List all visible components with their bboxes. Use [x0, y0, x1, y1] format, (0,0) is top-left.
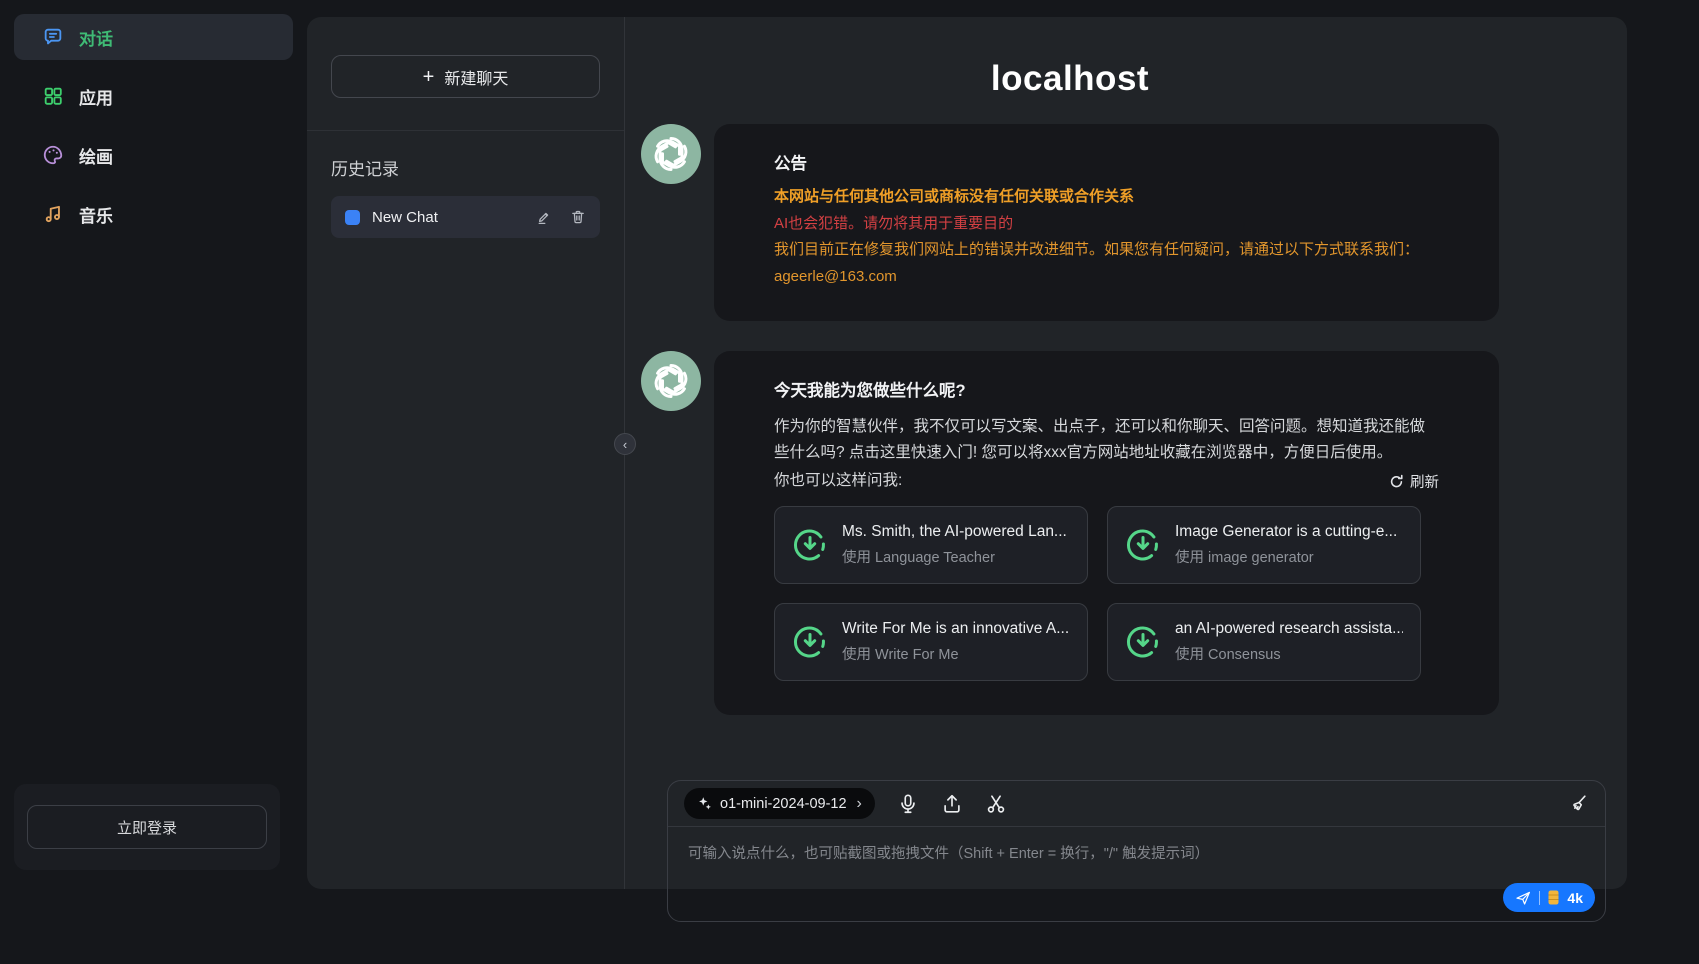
- refresh-label: 刷新: [1410, 471, 1439, 492]
- plus-icon: +: [423, 67, 435, 87]
- welcome-body: 作为你的智慧伙伴，我不仅可以写文案、出点子，还可以和你聊天、回答问题。想知道我还…: [774, 414, 1439, 466]
- assistant-avatar: [641, 124, 701, 184]
- suggestion-subtitle: 使用 Language Teacher: [842, 546, 1067, 567]
- chat-item-title: New Chat: [372, 209, 524, 226]
- suggestion-title: Write For Me is an innovative A...: [842, 620, 1069, 638]
- suggestion-text: Ms. Smith, the AI-powered Lan... 使用 Lang…: [842, 523, 1067, 567]
- ask-hint: 你也可以这样问我:: [774, 468, 902, 494]
- announcement-line: AI也会犯错。请勿将其用于重要目的: [774, 214, 1439, 235]
- paper-plane-icon: [1515, 890, 1531, 906]
- login-card: 立即登录: [14, 784, 280, 870]
- chat-content: localhost: [641, 59, 1499, 715]
- model-name: o1-mini-2024-09-12: [720, 796, 847, 812]
- token-count-badge: 4k: [1567, 890, 1583, 906]
- edit-icon[interactable]: [536, 209, 552, 225]
- suggestion-card[interactable]: Image Generator is a cutting-e... 使用 ima…: [1107, 506, 1421, 584]
- announcement-line: 我们目前正在修复我们网站上的错误并改进细节。如果您有任何疑问，请通过以下方式联系…: [774, 240, 1439, 261]
- announcement-line: 本网站与任何其他公司或商标没有任何关联或合作关系: [774, 187, 1439, 208]
- openai-logo-icon: [651, 134, 691, 174]
- suggestion-subtitle: 使用 Write For Me: [842, 643, 1069, 664]
- assistant-message-announcement: 公告 本网站与任何其他公司或商标没有任何关联或合作关系 AI也会犯错。请勿将其用…: [641, 124, 1499, 321]
- suggestion-text: Image Generator is a cutting-e... 使用 ima…: [1175, 523, 1397, 567]
- suggestion-title: Ms. Smith, the AI-powered Lan...: [842, 523, 1067, 541]
- suggestion-title: an AI-powered research assista...: [1175, 620, 1403, 638]
- download-circle-icon: [792, 527, 828, 563]
- music-note-icon: [42, 203, 64, 225]
- workspace-panel: + 新建聊天 历史记录 New Chat ‹: [307, 17, 1627, 889]
- model-selector[interactable]: o1-mini-2024-09-12 ›: [684, 788, 875, 819]
- suggestion-text: an AI-powered research assista... 使用 Con…: [1175, 620, 1403, 664]
- send-button[interactable]: 4k: [1503, 883, 1595, 912]
- sidebar-item-apps[interactable]: 应用: [14, 73, 293, 119]
- palette-icon: [42, 144, 64, 166]
- chevron-right-icon: ›: [857, 796, 862, 812]
- suggestion-subtitle: 使用 image generator: [1175, 546, 1397, 567]
- refresh-icon: [1389, 474, 1404, 489]
- sidebar-item-label: 音乐: [79, 202, 113, 227]
- divider: [307, 130, 624, 131]
- chat-history-item[interactable]: New Chat: [331, 196, 600, 238]
- assistant-avatar: [641, 351, 701, 411]
- new-chat-button[interactable]: + 新建聊天: [331, 55, 600, 98]
- download-circle-icon: [792, 624, 828, 660]
- coin-icon: [1548, 890, 1559, 905]
- download-circle-icon: [1125, 527, 1161, 563]
- upload-icon[interactable]: [941, 793, 963, 815]
- suggestion-title: Image Generator is a cutting-e...: [1175, 523, 1397, 541]
- microphone-icon[interactable]: [897, 793, 919, 815]
- divider: [1539, 891, 1540, 905]
- sidebar-item-music[interactable]: 音乐: [14, 191, 293, 237]
- message-list: 公告 本网站与任何其他公司或商标没有任何关联或合作关系 AI也会犯错。请勿将其用…: [641, 124, 1499, 715]
- sidebar-item-label: 应用: [79, 84, 113, 109]
- chat-main: localhost: [625, 17, 1627, 889]
- download-circle-icon: [1125, 624, 1161, 660]
- sparkles-icon: [697, 796, 712, 811]
- assistant-message-welcome: 今天我能为您做些什么呢? 作为你的智慧伙伴，我不仅可以写文案、出点子，还可以和你…: [641, 351, 1499, 715]
- suggestion-grid: Ms. Smith, the AI-powered Lan... 使用 Lang…: [774, 506, 1439, 681]
- suggestion-text: Write For Me is an innovative A... 使用 Wr…: [842, 620, 1069, 664]
- message-input[interactable]: [668, 827, 1605, 921]
- chat-list-panel: + 新建聊天 历史记录 New Chat ‹: [307, 17, 625, 889]
- openai-logo-icon: [651, 361, 691, 401]
- sidebar-item-chat[interactable]: 对话: [14, 14, 293, 60]
- suggestion-subtitle: 使用 Consensus: [1175, 643, 1403, 664]
- composer-input-area: 4k: [668, 827, 1605, 921]
- history-title: 历史记录: [331, 155, 600, 180]
- collapse-sidebar-button[interactable]: ‹: [614, 433, 636, 455]
- app-grid-icon: [42, 85, 64, 107]
- suggestion-card[interactable]: Write For Me is an innovative A... 使用 Wr…: [774, 603, 1088, 681]
- announcement-title: 公告: [774, 150, 1439, 174]
- refresh-suggestions-button[interactable]: 刷新: [1389, 471, 1439, 492]
- ask-row: 你也可以这样问我: 刷新: [774, 468, 1439, 494]
- composer-toolbar: o1-mini-2024-09-12 ›: [668, 781, 1605, 827]
- welcome-title: 今天我能为您做些什么呢?: [774, 377, 1439, 401]
- trash-icon[interactable]: [570, 209, 586, 225]
- message-bubble: 公告 本网站与任何其他公司或商标没有任何关联或合作关系 AI也会犯错。请勿将其用…: [714, 124, 1499, 321]
- composer: o1-mini-2024-09-12 ›: [667, 780, 1606, 922]
- contact-email[interactable]: ageerle@163.com: [774, 267, 1439, 288]
- sidebar-item-label: 对话: [79, 25, 113, 50]
- message-bubble: 今天我能为您做些什么呢? 作为你的智慧伙伴，我不仅可以写文案、出点子，还可以和你…: [714, 351, 1499, 715]
- sidebar-item-label: 绘画: [79, 143, 113, 168]
- scissors-icon[interactable]: [985, 793, 1007, 815]
- chat-bubble-icon: [42, 26, 64, 48]
- broom-icon[interactable]: [1567, 793, 1589, 815]
- page-title: localhost: [641, 59, 1499, 99]
- new-chat-label: 新建聊天: [444, 65, 508, 89]
- chat-color-dot: [345, 210, 360, 225]
- sidebar: 对话 应用 绘画 音乐 立即登录: [0, 0, 307, 964]
- suggestion-card[interactable]: Ms. Smith, the AI-powered Lan... 使用 Lang…: [774, 506, 1088, 584]
- sidebar-item-drawing[interactable]: 绘画: [14, 132, 293, 178]
- login-button[interactable]: 立即登录: [27, 805, 267, 849]
- suggestion-card[interactable]: an AI-powered research assista... 使用 Con…: [1107, 603, 1421, 681]
